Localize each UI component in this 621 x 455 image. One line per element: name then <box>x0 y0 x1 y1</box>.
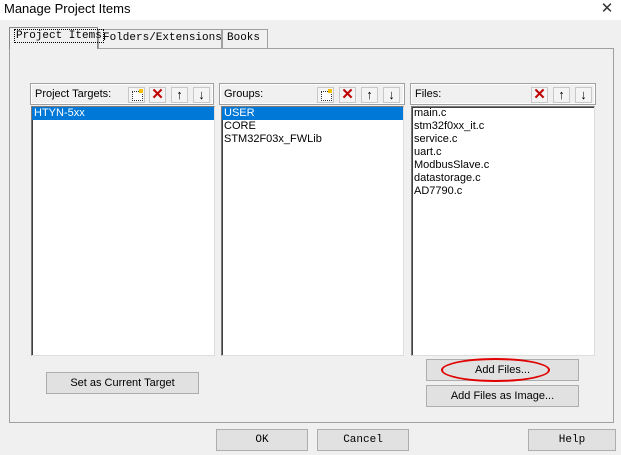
add-files-as-image-button[interactable]: Add Files as Image... <box>426 385 579 407</box>
help-button[interactable]: Help <box>528 429 616 451</box>
move-down-group-icon[interactable]: ↓ <box>383 87 400 103</box>
list-item[interactable]: datastorage.c <box>412 172 594 185</box>
project-targets-list[interactable]: HTYN-5xx <box>31 106 215 356</box>
move-up-target-icon[interactable]: ↑ <box>171 87 188 103</box>
annotation-highlight <box>441 358 550 382</box>
cancel-button[interactable]: Cancel <box>317 429 409 451</box>
list-item[interactable]: CORE <box>222 120 403 133</box>
files-list[interactable]: main.c stm32f0xx_it.c service.c uart.c M… <box>411 106 595 356</box>
files-label: Files: <box>415 88 442 100</box>
list-item[interactable]: uart.c <box>412 146 594 159</box>
list-item[interactable]: service.c <box>412 133 594 146</box>
tab-project-items[interactable]: Project Items <box>9 27 104 49</box>
move-up-file-icon[interactable]: ↑ <box>553 87 570 103</box>
project-targets-label: Project Targets: <box>35 88 112 100</box>
files-header: Files: ✕ ↑ ↓ <box>410 83 596 105</box>
delete-target-icon[interactable]: ✕ <box>149 87 166 103</box>
list-item[interactable]: STM32F03x_FWLib <box>222 133 403 146</box>
tab-folders-extensions[interactable]: Folders/Extensions <box>98 29 222 48</box>
list-item[interactable]: HTYN-5xx <box>32 107 214 120</box>
move-down-target-icon[interactable]: ↓ <box>193 87 210 103</box>
groups-header: Groups: ✕ ↑ ↓ <box>219 83 405 105</box>
list-item[interactable]: USER <box>222 107 403 120</box>
groups-list[interactable]: USER CORE STM32F03x_FWLib <box>221 106 404 356</box>
set-current-target-button[interactable]: Set as Current Target <box>46 372 199 394</box>
title-bar: Manage Project Items ✕ <box>0 0 621 20</box>
list-item[interactable]: AD7790.c <box>412 185 594 198</box>
close-icon[interactable]: ✕ <box>599 0 615 18</box>
list-item[interactable]: stm32f0xx_it.c <box>412 120 594 133</box>
tab-books[interactable]: Books <box>222 29 268 48</box>
ok-button[interactable]: OK <box>216 429 308 451</box>
new-target-icon[interactable] <box>128 87 145 103</box>
move-up-group-icon[interactable]: ↑ <box>361 87 378 103</box>
list-item[interactable]: ModbusSlave.c <box>412 159 594 172</box>
groups-label: Groups: <box>224 88 264 100</box>
list-item[interactable]: main.c <box>412 107 594 120</box>
delete-file-icon[interactable]: ✕ <box>531 87 548 103</box>
move-down-file-icon[interactable]: ↓ <box>575 87 592 103</box>
delete-group-icon[interactable]: ✕ <box>339 87 356 103</box>
project-targets-header: Project Targets: ✕ ↑ ↓ <box>30 83 214 105</box>
new-group-icon[interactable] <box>317 87 334 103</box>
window-title: Manage Project Items <box>4 1 131 16</box>
